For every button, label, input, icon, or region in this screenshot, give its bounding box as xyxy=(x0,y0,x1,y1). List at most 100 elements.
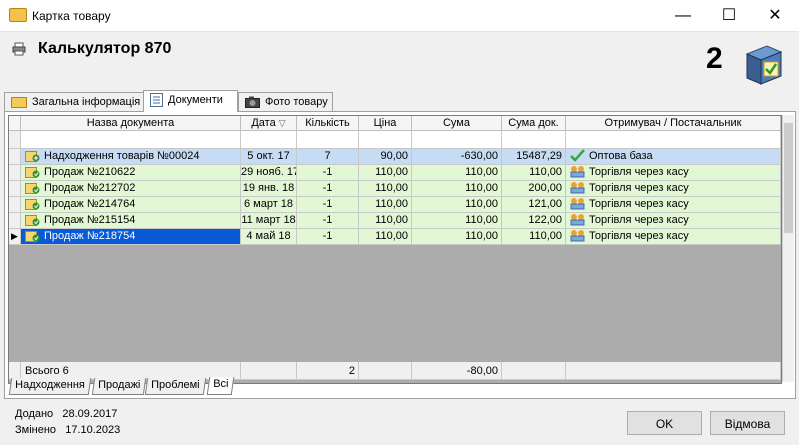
changed-date: 17.10.2023 xyxy=(65,424,121,436)
filter-row xyxy=(9,131,781,149)
table-row[interactable]: Продаж №212702 19 янв. 18 -1 110,00 110,00 20… xyxy=(9,181,781,197)
footer-price xyxy=(359,362,412,380)
footer-party xyxy=(566,362,781,380)
scrollbar-thumb[interactable] xyxy=(784,123,793,233)
added-date: 28.09.2017 xyxy=(62,408,118,420)
cell-doc-sum-text: 122,00 xyxy=(528,214,562,226)
sale-doc-icon xyxy=(25,198,40,210)
cell-doc: Надходження товарів №00024 xyxy=(21,149,241,165)
cell-doc-sum: 121,00 xyxy=(502,197,566,213)
column-label: Дата xyxy=(251,117,276,129)
column-header-doc[interactable]: Назва документа xyxy=(21,116,241,131)
column-header-price[interactable]: Ціна xyxy=(359,116,412,131)
column-header-qty[interactable]: Кількість xyxy=(297,116,359,131)
filter-party[interactable] xyxy=(566,131,781,149)
printer-icon xyxy=(12,42,26,56)
cell-qty-text: -1 xyxy=(322,166,333,178)
tab-label: Загальна інформація xyxy=(32,96,141,108)
column-header-doc-sum[interactable]: Сума док. xyxy=(502,116,566,131)
filter-sum[interactable] xyxy=(412,131,502,149)
cell-party-text: Оптова база xyxy=(589,150,653,162)
cell-price: 110,00 xyxy=(359,213,412,229)
maximize-button[interactable]: ☐ xyxy=(706,0,752,31)
subtab-problems[interactable]: Проблемі xyxy=(144,378,206,395)
product-header: Калькулятор 870 2 xyxy=(0,32,799,90)
cell-doc: Продаж №215154 xyxy=(21,213,241,229)
cell-party-text: Торгівля через касу xyxy=(589,230,689,242)
cell-qty: -1 xyxy=(297,165,359,181)
table-row[interactable]: Продаж №210622 29 нояб. 17 -1 110,00 110,00 1… xyxy=(9,165,781,181)
column-header-date[interactable]: Дата ▽ xyxy=(241,116,297,131)
cell-qty: -1 xyxy=(297,213,359,229)
cell-price-text: 110,00 xyxy=(375,166,408,178)
documents-icon xyxy=(150,93,163,108)
cell-doc-sum-text: 121,00 xyxy=(528,198,562,210)
row-indicator xyxy=(9,181,21,197)
cell-doc: Продаж №218754 xyxy=(21,229,241,245)
cell-party-text: Торгівля через касу xyxy=(589,182,689,194)
footer-total-qty: 2 xyxy=(297,362,359,380)
filter-date[interactable] xyxy=(241,131,297,149)
row-indicator xyxy=(9,165,21,181)
indicator-cell xyxy=(9,131,21,149)
cell-doc-text: Продаж №212702 xyxy=(44,182,136,194)
cell-doc: Продаж №214764 xyxy=(21,197,241,213)
cell-sum: 110,00 xyxy=(412,229,502,245)
changed-label: Змінено xyxy=(15,424,57,436)
table-row[interactable]: Продаж №214764 6 март 18 -1 110,00 110,00 121… xyxy=(9,197,781,213)
cell-doc: Продаж №212702 xyxy=(21,181,241,197)
filter-price[interactable] xyxy=(359,131,412,149)
row-indicator xyxy=(9,213,21,229)
close-button[interactable]: ✕ xyxy=(752,0,798,31)
cell-party-text: Торгівля через касу xyxy=(589,166,689,178)
cell-qty-text: -1 xyxy=(322,182,333,194)
filter-qty[interactable] xyxy=(297,131,359,149)
cell-date-text: 29 нояб. 17 xyxy=(241,166,297,178)
footer-doc-sum xyxy=(502,362,566,380)
tab-photo[interactable]: Фото товару xyxy=(238,92,333,111)
cell-qty: 7 xyxy=(297,149,359,165)
column-header-party[interactable]: Отримувач / Постачальник xyxy=(566,116,781,131)
filter-doc-sum[interactable] xyxy=(502,131,566,149)
row-indicator xyxy=(9,197,21,213)
cell-sum: 110,00 xyxy=(412,197,502,213)
folder-icon xyxy=(11,97,27,109)
subtab-income[interactable]: Надходження xyxy=(8,378,91,395)
filter-doc[interactable] xyxy=(21,131,241,149)
cell-doc-sum: 110,00 xyxy=(502,229,566,245)
tab-documents[interactable]: Документи xyxy=(143,90,238,112)
subtab-sales[interactable]: Продажі xyxy=(91,378,147,395)
cell-qty-text: 7 xyxy=(324,150,331,162)
cell-doc-text: Надходження товарів №00024 xyxy=(44,150,200,162)
cell-date-text: 19 янв. 18 xyxy=(242,182,295,194)
cell-doc-text: Продаж №214764 xyxy=(44,198,136,210)
cell-doc-sum: 110,00 xyxy=(502,165,566,181)
minimize-button[interactable]: — xyxy=(660,0,706,31)
documents-grid: Назва документа Дата ▽ Кількість Ціна Су… xyxy=(8,115,782,384)
sale-doc-icon xyxy=(25,166,40,178)
column-header-sum[interactable]: Сума xyxy=(412,116,502,131)
cell-doc-text: Продаж №215154 xyxy=(44,214,136,226)
ok-button[interactable]: OK xyxy=(627,411,702,435)
footer-date xyxy=(241,362,297,380)
sale-doc-icon xyxy=(25,214,40,226)
camera-icon xyxy=(245,96,260,109)
income-doc-icon xyxy=(25,150,40,162)
tab-label: Документи xyxy=(168,94,223,106)
indicator-header xyxy=(9,116,21,131)
vertical-scrollbar[interactable] xyxy=(782,115,794,382)
cell-date-text: 11 март 18 xyxy=(241,214,296,226)
table-row[interactable]: Надходження товарів №00024 5 окт. 17 7 90,0… xyxy=(9,149,781,165)
tab-general-info[interactable]: Загальна інформація xyxy=(4,92,145,111)
subtab-all[interactable]: Всі xyxy=(206,377,235,395)
subtab-label: Надходження xyxy=(15,379,85,391)
table-row[interactable]: Продаж №215154 11 март 18 -1 110,00 110,00 12… xyxy=(9,213,781,229)
cell-qty: -1 xyxy=(297,181,359,197)
cancel-button[interactable]: Відмова xyxy=(710,411,785,435)
changed-info: Змінено 17.10.2023 xyxy=(15,424,120,436)
cell-price-text: 110,00 xyxy=(375,198,408,210)
cell-qty: -1 xyxy=(297,229,359,245)
table-row[interactable]: ▶ Продаж №218754 4 май 18 -1 110,00 110,00 110… xyxy=(9,229,781,245)
cell-doc-text: Продаж №210622 xyxy=(44,166,136,178)
cell-price: 110,00 xyxy=(359,181,412,197)
